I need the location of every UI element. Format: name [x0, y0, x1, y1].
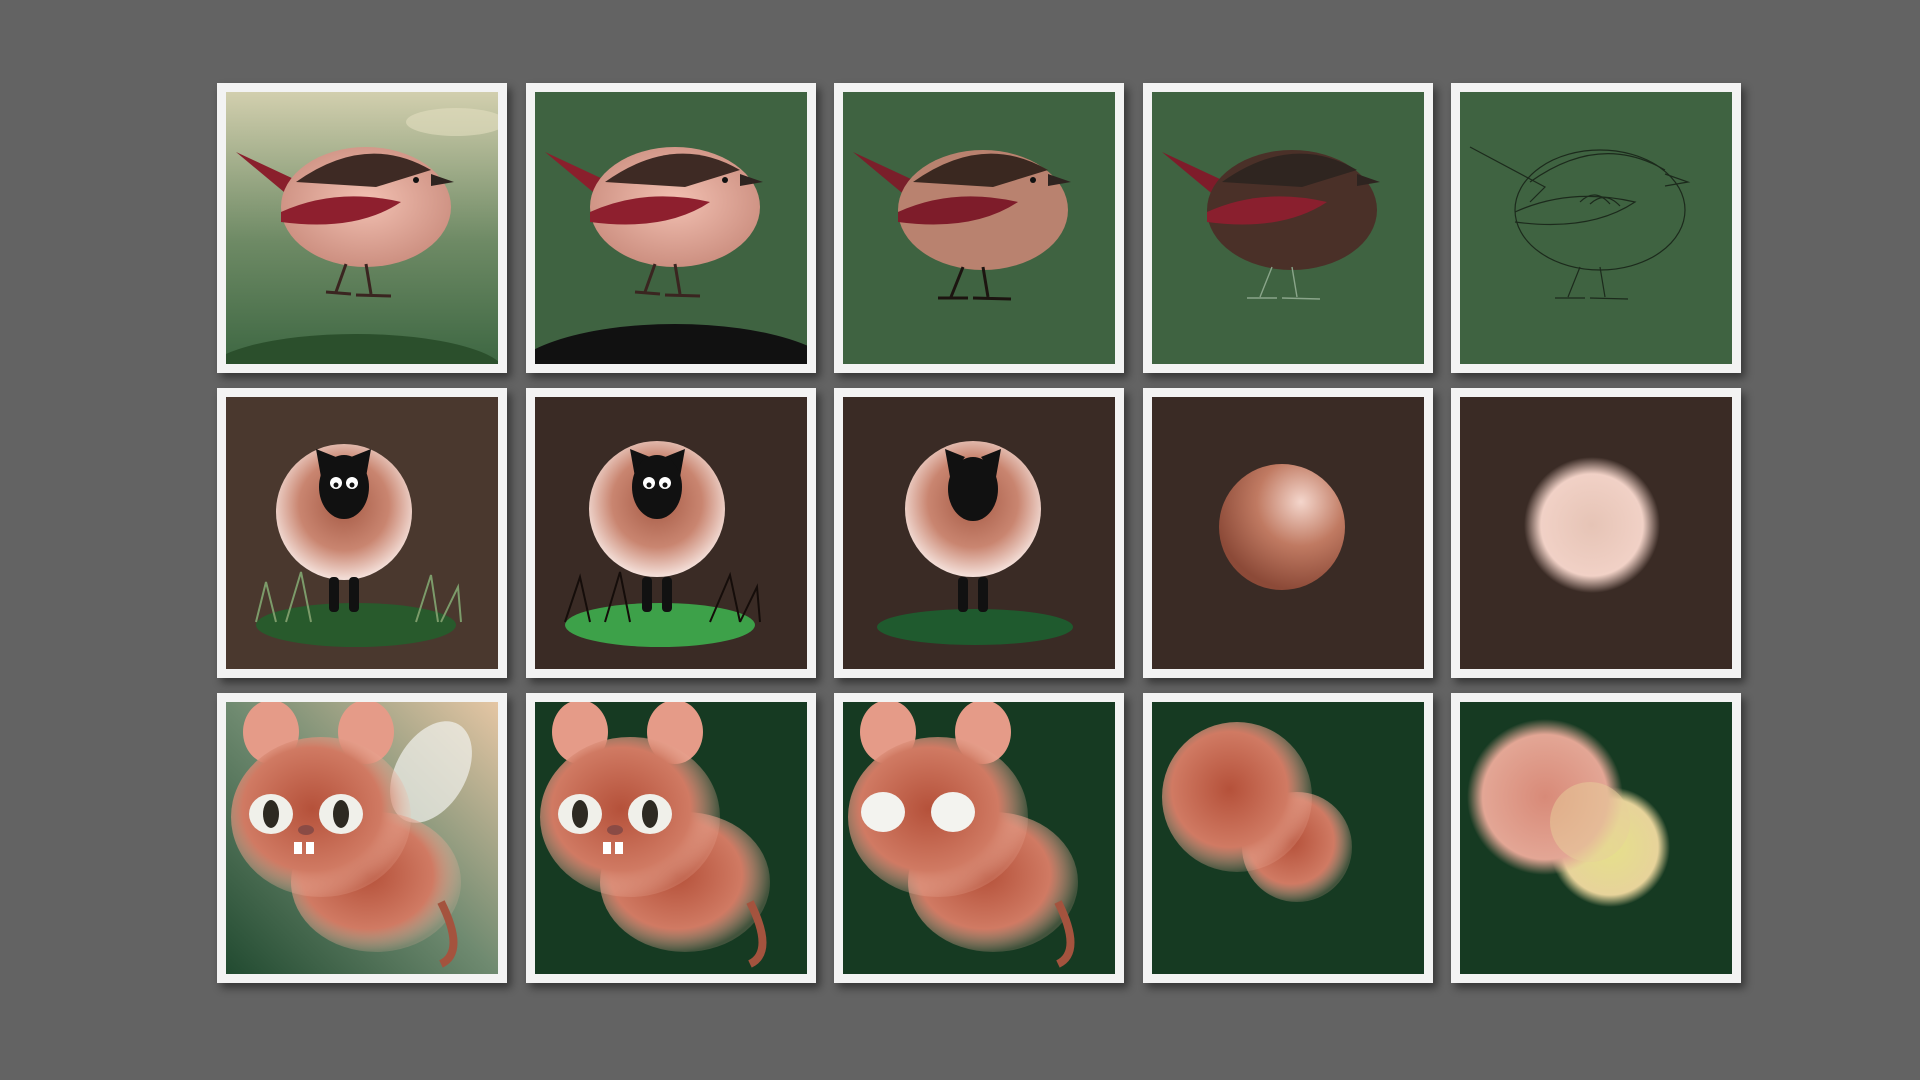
robin-line-sketch-tile [1451, 83, 1741, 373]
critter-finished-tile [217, 693, 507, 983]
critter-eyes-base-tile [834, 693, 1124, 983]
robin-flat-background-illustration [534, 92, 807, 364]
drawing-stages-gallery [217, 83, 1741, 983]
critter-eyes-detailed-illustration [534, 702, 807, 974]
sheep-shaded-ball-illustration [1151, 397, 1424, 669]
critter-body-blobs-illustration [1151, 702, 1424, 974]
robin-shaded-tile [834, 83, 1124, 373]
critter-eyes-detailed-tile [525, 693, 816, 983]
robin-finished-illustration [226, 92, 498, 364]
sheep-base-ball-tile [1451, 388, 1741, 678]
critter-finished-illustration [226, 702, 498, 974]
sheep-shaded-ball-tile [1142, 388, 1433, 678]
sheep-silhouette-illustration [843, 397, 1115, 669]
critter-body-blobs-tile [1142, 693, 1433, 983]
sheep-silhouette-tile [834, 388, 1124, 678]
sheep-grass-added-tile [525, 388, 816, 678]
robin-shaded-illustration [843, 92, 1115, 364]
critter-color-blocks-tile [1451, 693, 1741, 983]
robin-base-colors-illustration [1151, 92, 1424, 364]
sheep-finished-tile [217, 388, 507, 678]
critter-eyes-base-illustration [843, 702, 1115, 974]
robin-flat-background-tile [525, 83, 816, 373]
sheep-base-ball-illustration [1460, 397, 1732, 669]
robin-finished-tile [217, 83, 507, 373]
sheep-grass-added-illustration [534, 397, 807, 669]
robin-base-colors-tile [1142, 83, 1433, 373]
robin-line-sketch-illustration [1460, 92, 1732, 364]
sheep-finished-illustration [226, 397, 498, 669]
critter-color-blocks-illustration [1460, 702, 1732, 974]
